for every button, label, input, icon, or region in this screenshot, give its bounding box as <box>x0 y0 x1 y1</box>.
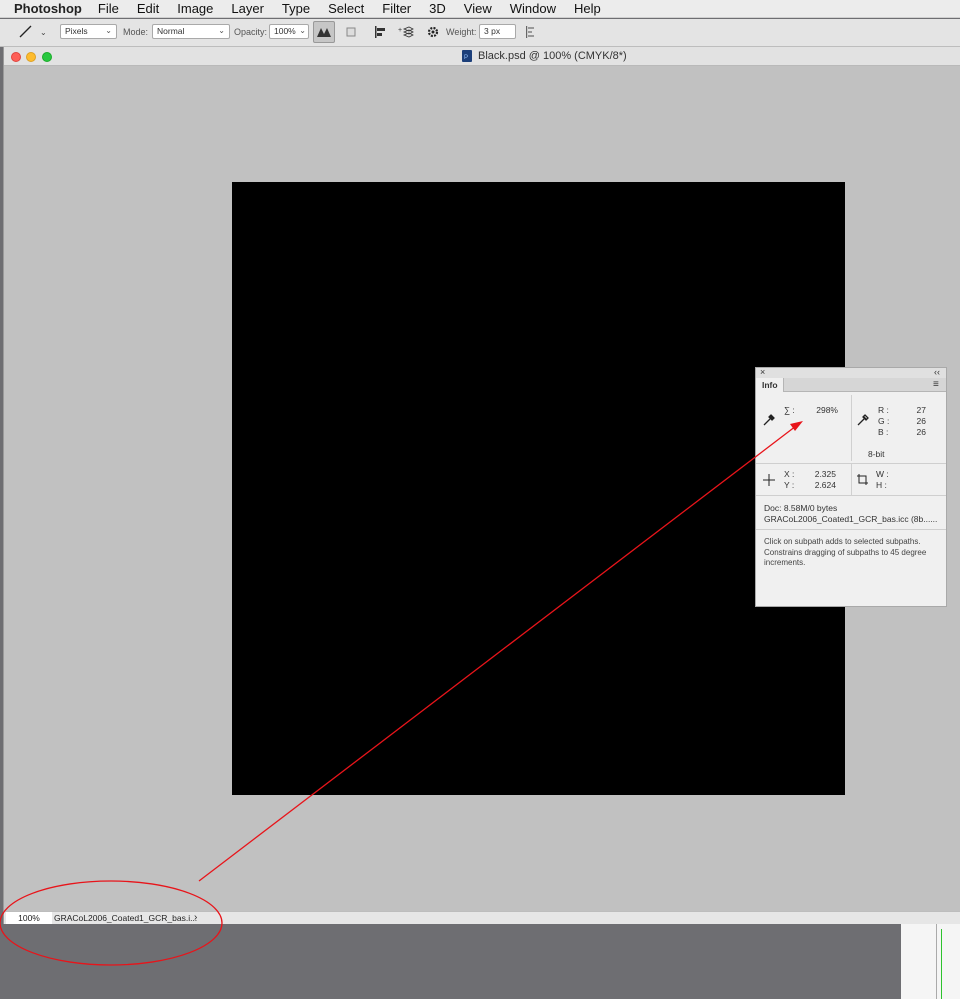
annotation-overlay <box>0 421 803 966</box>
annotation-arrow-line <box>198 425 797 882</box>
annotation-ellipse <box>0 880 223 966</box>
